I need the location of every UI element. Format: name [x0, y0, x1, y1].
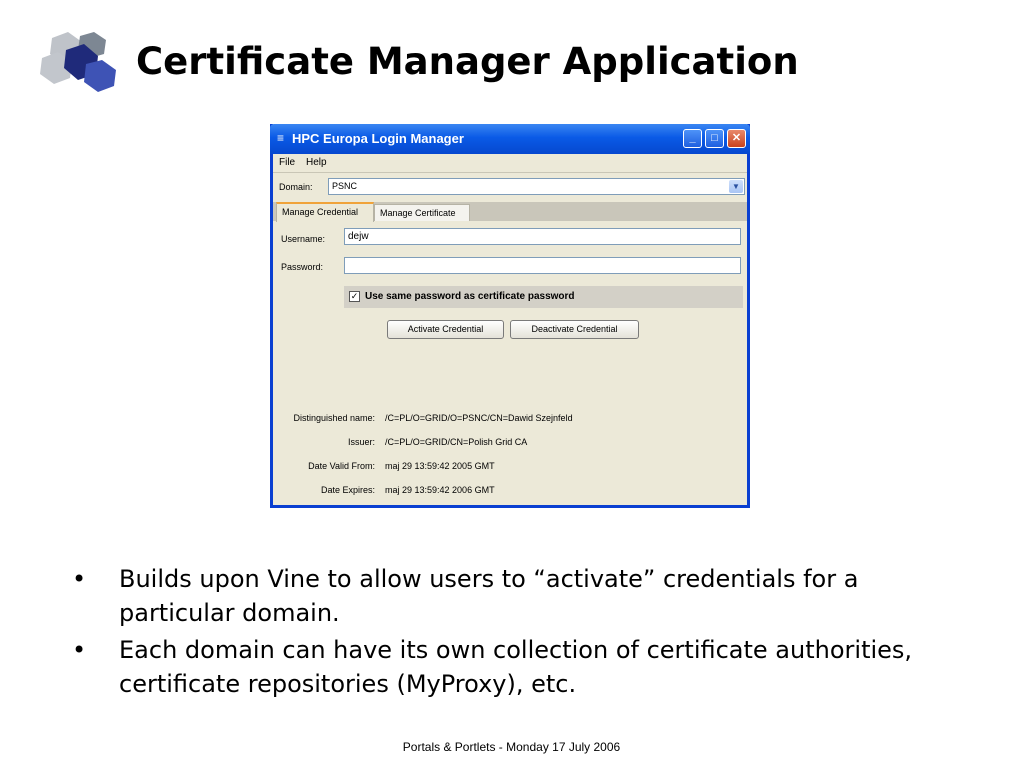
list-item: • Builds upon Vine to allow users to “ac…	[72, 562, 942, 630]
bullet-icon: •	[72, 636, 87, 664]
domain-value: PSNC	[332, 181, 358, 191]
list-item: • Each domain can have its own collectio…	[72, 633, 942, 701]
bullet-text: Builds upon Vine to allow users to “acti…	[119, 565, 859, 627]
valid-from-value: maj 29 13:59:42 2005 GMT	[385, 461, 495, 471]
dn-value: /C=PL/O=GRID/O=PSNC/CN=Dawid Szejnfeld	[385, 413, 573, 423]
app-icon: ≡	[277, 131, 285, 145]
password-label: Password:	[281, 262, 324, 272]
minimize-icon[interactable]: _	[683, 129, 702, 148]
tab-manage-credential[interactable]: Manage Credential	[276, 202, 374, 222]
same-password-row: ✓ Use same password as certificate passw…	[344, 286, 743, 308]
deactivate-credential-button[interactable]: Deactivate Credential	[510, 320, 639, 339]
slide-title: Certificate Manager Application	[136, 40, 799, 83]
chevron-down-icon[interactable]: ▼	[729, 180, 743, 193]
expires-label: Date Expires:	[320, 485, 375, 495]
issuer-label: Issuer:	[347, 437, 375, 447]
valid-from-label: Date Valid From:	[308, 461, 375, 471]
menu-divider	[273, 172, 747, 173]
hexagon-logo-icon	[40, 32, 116, 92]
close-icon[interactable]: ✕	[727, 129, 746, 148]
tab-manage-certificate[interactable]: Manage Certificate	[374, 204, 470, 221]
slide-footer: Portals & Portlets - Monday 17 July 2006	[402, 740, 621, 754]
activate-credential-button[interactable]: Activate Credential	[387, 320, 504, 339]
same-password-label[interactable]: Use same password as certificate passwor…	[365, 291, 575, 302]
expires-value: maj 29 13:59:42 2006 GMT	[385, 485, 495, 495]
menu-bar: File Help	[273, 154, 747, 171]
password-field[interactable]	[344, 257, 741, 274]
domain-select[interactable]: PSNC ▼	[328, 178, 745, 195]
menu-help[interactable]: Help	[306, 157, 327, 168]
issuer-value: /C=PL/O=GRID/CN=Polish Grid CA	[385, 437, 528, 447]
bullet-text: Each domain can have its own collection …	[119, 636, 913, 698]
dn-label: Distinguished name:	[293, 413, 375, 423]
login-manager-window: ≡ HPC Europa Login Manager _ □ ✕ File He…	[270, 124, 750, 508]
menu-file[interactable]: File	[279, 157, 295, 168]
username-field[interactable]: dejw	[344, 228, 741, 245]
maximize-icon[interactable]: □	[705, 129, 724, 148]
bullet-icon: •	[72, 565, 87, 593]
window-title: HPC Europa Login Manager	[292, 131, 464, 146]
username-label: Username:	[281, 234, 326, 244]
domain-label: Domain:	[279, 182, 313, 192]
bullet-list: • Builds upon Vine to allow users to “ac…	[72, 562, 942, 701]
same-password-checkbox[interactable]: ✓	[349, 291, 360, 302]
window-titlebar[interactable]: ≡ HPC Europa Login Manager _ □ ✕	[270, 124, 750, 154]
